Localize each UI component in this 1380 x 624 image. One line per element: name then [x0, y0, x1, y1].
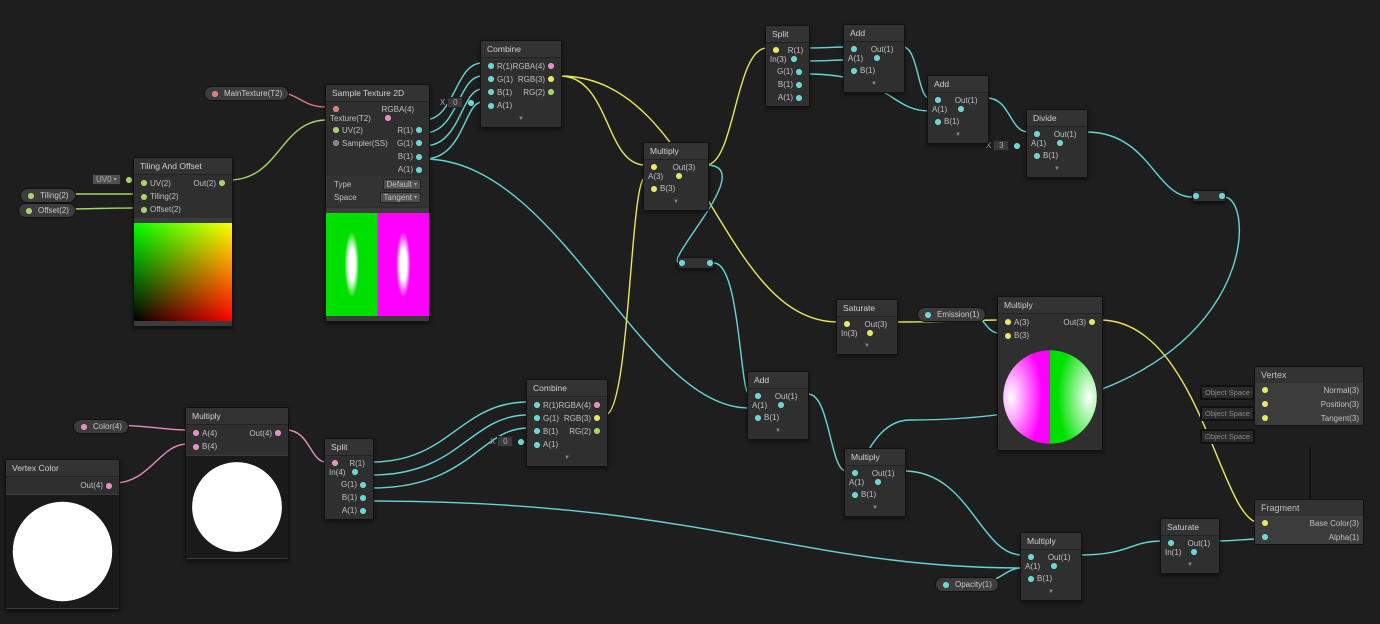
node-title: Tiling And Offset — [134, 158, 232, 175]
node-multiply-d[interactable]: Multiply A(1)Out(1) B(1) — [844, 448, 906, 517]
vertex-normal-dd[interactable]: Object Space — [1200, 385, 1255, 400]
node-multiply-e[interactable]: Multiply A(1)Out(1) B(1) — [1020, 532, 1082, 601]
node-title: Sample Texture 2D — [326, 85, 429, 102]
preview-gradient — [134, 218, 232, 326]
vertex-position-dd[interactable]: Object Space — [1200, 406, 1255, 421]
preview-emission-sphere — [998, 344, 1102, 450]
prop-offset[interactable]: Offset(2) — [18, 203, 76, 218]
node-add-2[interactable]: Add A(1)Out(1) B(1) — [927, 75, 989, 144]
expand-icon[interactable] — [928, 128, 988, 141]
expand-icon[interactable] — [844, 77, 904, 90]
expand-icon[interactable] — [644, 195, 708, 208]
node-multiply-c[interactable]: Multiply A(3)Out(3) B(3) — [997, 296, 1103, 451]
expand-icon[interactable] — [1161, 558, 1219, 571]
node-title: Multiply — [644, 143, 708, 160]
node-reroute[interactable] — [678, 257, 714, 269]
node-title: Vertex Color — [6, 460, 119, 477]
node-title: Multiply — [998, 297, 1102, 314]
node-title: Combine — [481, 41, 561, 58]
node-saturate-2[interactable]: Saturate In(1)Out(1) — [1160, 518, 1220, 574]
node-add-1[interactable]: Add A(1)Out(1) B(1) — [843, 24, 905, 93]
node-title: Split — [766, 26, 809, 43]
node-multiply-a[interactable]: Multiply A(4)Out(4) B(4) — [185, 407, 289, 560]
node-title: Split — [325, 439, 373, 456]
node-vertex-color[interactable]: Vertex Color Out(4) — [5, 459, 120, 610]
master-fragment[interactable]: Fragment Base Color(3) Alpha(1) — [1254, 499, 1364, 545]
node-title: Combine — [527, 380, 607, 397]
expand-icon[interactable] — [1021, 585, 1081, 598]
vertex-position: Position(3) — [1321, 400, 1359, 409]
node-reroute-2[interactable] — [1192, 190, 1226, 202]
node-title: Multiply — [845, 449, 905, 466]
fragment-basecolor: Base Color(3) — [1310, 519, 1359, 528]
vertex-normal: Normal(3) — [1323, 386, 1359, 395]
expand-icon[interactable] — [481, 112, 561, 125]
node-title: Add — [844, 25, 904, 42]
node-title: Add — [748, 372, 808, 389]
master-vertex[interactable]: Vertex Normal(3) Position(3) Tangent(3) — [1254, 366, 1364, 426]
vertex-tangent-dd[interactable]: Object Space — [1200, 429, 1255, 444]
prop-color[interactable]: Color(4) — [73, 419, 129, 434]
preview-white-sphere — [6, 494, 119, 609]
combine1-a-default[interactable]: X 0 — [440, 97, 477, 108]
expand-icon[interactable] — [845, 501, 905, 514]
node-combine-2[interactable]: Combine R(1)RGBA(4) G(1)RGB(3) B(1)RG(2)… — [526, 379, 608, 467]
space-dropdown[interactable]: Tangent▾ — [380, 192, 421, 203]
node-title: Multiply — [186, 408, 288, 425]
prop-tiling[interactable]: Tiling(2) — [20, 188, 76, 203]
node-multiply-b[interactable]: Multiply A(3)Out(3) B(3) — [643, 142, 709, 211]
master-stack-link — [1309, 447, 1311, 499]
expand-icon[interactable] — [748, 424, 808, 437]
master-title: Fragment — [1255, 500, 1363, 516]
preview-white-sphere-2 — [186, 455, 288, 559]
combine2-a-default[interactable]: X 0 — [490, 436, 527, 447]
node-split-1[interactable]: Split In(3)R(1) G(1) B(1) A(1) — [765, 25, 810, 107]
expand-icon[interactable] — [837, 339, 897, 352]
fragment-alpha: Alpha(1) — [1329, 533, 1359, 542]
node-saturate-1[interactable]: Saturate In(3)Out(3) — [836, 299, 898, 355]
node-title: Saturate — [837, 300, 897, 317]
prop-opacity[interactable]: Opacity(1) — [935, 577, 999, 592]
prop-main-texture[interactable]: MainTexture(T2) — [204, 86, 289, 101]
prop-emission[interactable]: Emission(1) — [917, 307, 986, 322]
node-title: Divide — [1027, 110, 1087, 127]
node-combine-1[interactable]: Combine R(1)RGBA(4) G(1)RGB(3) B(1)RG(2)… — [480, 40, 562, 128]
node-tiling-and-offset[interactable]: Tiling And Offset UV(2) Out(2) Tiling(2)… — [133, 157, 233, 327]
vertex-tangent: Tangent(3) — [1321, 414, 1359, 423]
preview-texture — [326, 208, 429, 321]
expand-icon[interactable] — [527, 451, 607, 464]
type-dropdown[interactable]: Default▾ — [383, 179, 421, 190]
uv-channel-dropdown[interactable]: UV0▾ — [92, 174, 135, 185]
node-add-3[interactable]: Add A(1)Out(1) B(1) — [747, 371, 809, 440]
node-title: Add — [928, 76, 988, 93]
master-title: Vertex — [1255, 367, 1363, 383]
node-title: Saturate — [1161, 519, 1219, 536]
node-divide[interactable]: Divide A(1)Out(1) B(1) — [1026, 109, 1088, 178]
node-split-2[interactable]: Split In(4)R(1) G(1) B(1) A(1) — [324, 438, 374, 520]
node-sample-texture-2d[interactable]: Sample Texture 2D Texture(T2) RGBA(4) UV… — [325, 84, 430, 322]
divide-b-default[interactable]: X 3 — [986, 140, 1023, 151]
expand-icon[interactable] — [1027, 162, 1087, 175]
node-title: Multiply — [1021, 533, 1081, 550]
